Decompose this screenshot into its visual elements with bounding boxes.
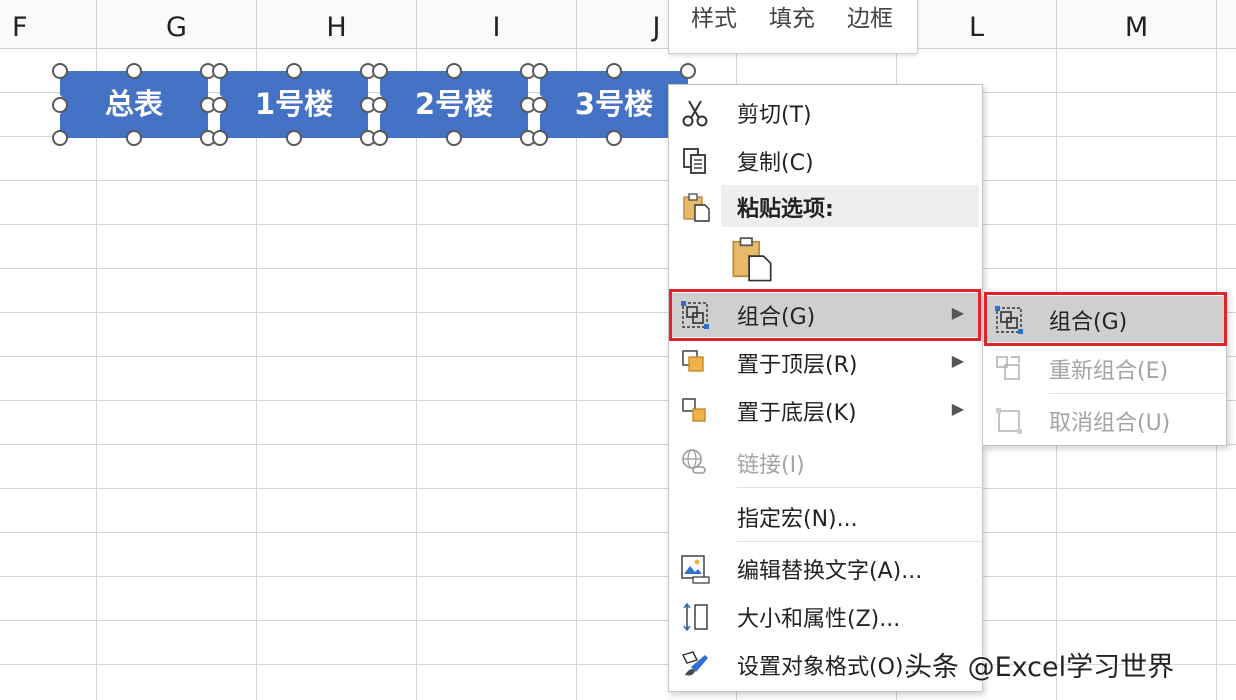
column-header-m[interactable]: M [1056, 0, 1216, 48]
resize-handle[interactable] [532, 63, 548, 79]
menu-item-cut[interactable]: 剪切(T) [669, 91, 982, 135]
resize-handle[interactable] [606, 63, 622, 79]
menu-item-size-properties[interactable]: 大小和属性(Z)... [669, 595, 982, 639]
size-icon [683, 602, 708, 632]
shape-summary[interactable]: 总表 [60, 71, 208, 138]
group-icon [681, 301, 709, 329]
resize-handle[interactable] [52, 63, 68, 79]
menu-separator [737, 487, 982, 488]
scissors-icon [682, 100, 708, 127]
clipboard-icon [683, 193, 710, 222]
group-submenu: 组合(G) 重新组合(E) 取消组合(U) [982, 292, 1227, 446]
copy-icon [683, 148, 706, 174]
style-button[interactable]: 样式 [691, 0, 737, 33]
alt-text-icon [681, 555, 710, 584]
column-header-h[interactable]: H [256, 0, 416, 48]
resize-handle[interactable] [212, 96, 228, 113]
paste-option-default[interactable] [669, 233, 982, 285]
border-button[interactable]: 边框 [847, 0, 893, 33]
fill-button[interactable]: 填充 [769, 0, 815, 33]
regroup-icon [996, 356, 1020, 380]
shape-building-1[interactable]: 1号楼 [220, 71, 368, 138]
resize-handle[interactable] [532, 130, 548, 146]
paste-options-label-row: 粘贴选项: [669, 185, 982, 229]
resize-handle[interactable] [680, 63, 696, 79]
resize-handle[interactable] [52, 130, 68, 146]
paste-icon [732, 237, 772, 282]
link-icon [682, 449, 706, 474]
group-icon [995, 306, 1023, 334]
resize-handle[interactable] [286, 63, 302, 79]
context-menu: 剪切(T) 复制(C) 粘贴选项: 组合(G) ▶ 置于顶层(R) ▶ 置于底层… [668, 84, 983, 692]
watermark: 头条 @Excel学习世界 [905, 652, 1175, 683]
column-header-n[interactable] [1216, 0, 1236, 48]
submenu-item-ungroup[interactable]: 取消组合(U) [983, 397, 1226, 443]
menu-separator [737, 541, 982, 542]
submenu-item-group[interactable]: 组合(G) [983, 296, 1226, 342]
menu-item-group[interactable]: 组合(G) ▶ [669, 293, 982, 337]
ungroup-icon [996, 408, 1022, 434]
bring-front-icon [682, 350, 704, 372]
resize-handle[interactable] [372, 63, 388, 79]
submenu-separator [1049, 393, 1226, 394]
send-back-icon [682, 398, 706, 422]
submenu-item-regroup[interactable]: 重新组合(E) [983, 345, 1226, 391]
resize-handle[interactable] [372, 130, 388, 146]
resize-handle[interactable] [212, 63, 228, 79]
column-header-f[interactable]: F [0, 0, 96, 48]
resize-handle[interactable] [286, 130, 302, 146]
resize-handle[interactable] [446, 130, 462, 146]
mini-toolbar: 样式 填充 边框 [668, 0, 918, 54]
menu-item-assign-macro[interactable]: 指定宏(N)... [669, 495, 982, 539]
column-header-i[interactable]: I [416, 0, 576, 48]
chevron-right-icon: ▶ [951, 303, 964, 322]
resize-handle[interactable] [126, 130, 142, 146]
resize-handle[interactable] [446, 63, 462, 79]
shape-building-3[interactable]: 3号楼 [540, 71, 688, 138]
shape-building-2[interactable]: 2号楼 [380, 71, 528, 138]
format-brush-icon [682, 651, 708, 676]
menu-item-copy[interactable]: 复制(C) [669, 139, 982, 183]
resize-handle[interactable] [126, 63, 142, 79]
resize-handle[interactable] [212, 130, 228, 146]
resize-handle[interactable] [606, 130, 622, 146]
column-header-l[interactable]: L [896, 0, 1056, 48]
menu-item-edit-alt-text[interactable]: 编辑替换文字(A)... [669, 547, 982, 591]
chevron-right-icon: ▶ [951, 399, 964, 418]
column-header-g[interactable]: G [96, 0, 256, 48]
menu-item-send-to-back[interactable]: 置于底层(K) ▶ [669, 389, 982, 433]
menu-item-link[interactable]: 链接(I) [669, 441, 982, 485]
column-header-row: F G H I J K L M [0, 0, 1236, 49]
chevron-right-icon: ▶ [951, 351, 964, 370]
resize-handle[interactable] [372, 96, 388, 113]
resize-handle[interactable] [52, 96, 68, 113]
menu-item-bring-to-front[interactable]: 置于顶层(R) ▶ [669, 341, 982, 385]
resize-handle[interactable] [532, 96, 548, 113]
